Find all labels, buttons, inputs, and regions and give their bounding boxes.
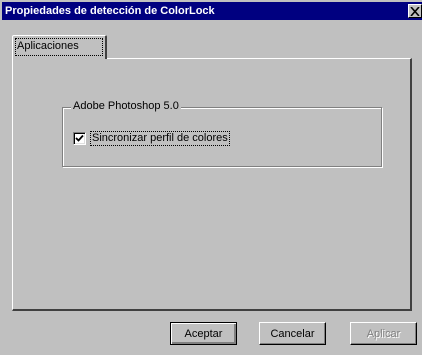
window-title: Propiedades de detección de ColorLock <box>5 5 215 17</box>
tab-panel <box>12 58 412 311</box>
title-bar[interactable]: Propiedades de detección de ColorLock <box>2 2 422 20</box>
checkmark-icon <box>75 134 84 142</box>
properties-dialog: Propiedades de detección de ColorLock Ap… <box>0 0 422 355</box>
groupbox-title: Adobe Photoshop 5.0 <box>71 100 181 112</box>
tab-aplicaciones[interactable]: Aplicaciones <box>12 35 107 59</box>
sync-profile-checkbox[interactable] <box>73 132 86 145</box>
accept-button[interactable]: Aceptar <box>170 322 237 345</box>
close-icon <box>410 7 420 16</box>
photoshop-groupbox: Adobe Photoshop 5.0 Sincronizar perfil d… <box>62 100 382 167</box>
cancel-button[interactable]: Cancelar <box>259 322 326 345</box>
apply-button[interactable]: Aplicar <box>350 322 417 345</box>
close-button[interactable] <box>408 4 422 18</box>
sync-profile-label[interactable]: Sincronizar perfil de colores <box>90 131 230 146</box>
tab-label: Aplicaciones <box>17 40 79 52</box>
